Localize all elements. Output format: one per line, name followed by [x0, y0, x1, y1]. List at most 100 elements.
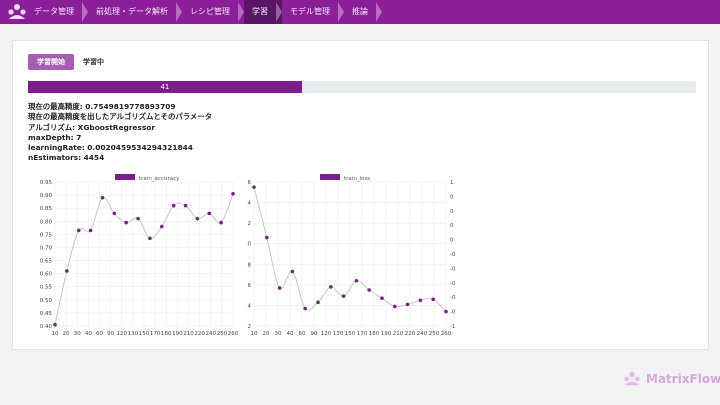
data-point [88, 228, 93, 233]
breadcrumb-nav: データ管理 前処理・データ解析 レシピ管理 学習 モデル管理 推論 [26, 0, 382, 24]
legend-swatch [320, 174, 340, 180]
y-tick-label: 0.60 [40, 272, 53, 278]
best-accuracy-text: 現在の最高精度: 0.7549819778893709 [28, 102, 176, 111]
right-axis-label: -0 [450, 310, 456, 316]
x-tick-label: 170 [150, 331, 161, 337]
x-tick-label: 250 [217, 331, 228, 337]
y-tick-label: 0.40 [40, 324, 53, 330]
x-tick-label: 210 [393, 331, 404, 337]
y-tick-label: 0.85 [40, 206, 53, 212]
x-tick-label: 180 [161, 331, 172, 337]
data-point [405, 302, 410, 307]
y-tick-label: 0.90 [40, 193, 53, 199]
right-axis-label: 0 [450, 238, 454, 244]
data-point [171, 203, 176, 208]
data-point [341, 294, 346, 298]
y-tick-label: 0.2 [247, 324, 251, 330]
data-point [252, 185, 256, 189]
data-point [380, 296, 384, 301]
data-point [219, 220, 223, 225]
y-tick-label: 0.50 [40, 298, 53, 304]
nav-data-management[interactable]: データ管理 [26, 0, 88, 24]
data-point [65, 269, 69, 273]
y-tick-label: 0.80 [40, 219, 53, 225]
x-tick-label: 20 [63, 331, 70, 337]
data-point [124, 220, 128, 225]
data-point [354, 278, 359, 283]
data-point [303, 306, 307, 311]
x-tick-label: 240 [206, 331, 217, 337]
params-heading: 現在の最高精度を出したアルゴリズムとそのパラメータ [28, 112, 213, 122]
y-tick-label: 0.8 [247, 262, 251, 268]
y-tick-label: 0.45 [40, 311, 53, 317]
x-tick-label: 130 [333, 331, 344, 337]
data-point [431, 297, 435, 302]
training-progress-bar: 41 [28, 81, 696, 93]
matrixflow-brand-icon [624, 371, 640, 386]
data-point [290, 269, 295, 274]
data-point [393, 304, 397, 309]
training-card: 学習開始 学習中 41 現在の最高精度: 0.7549819778893709 … [12, 40, 709, 350]
right-axis-label: -0 [450, 281, 456, 287]
x-tick-label: 260 [441, 331, 452, 337]
start-training-button[interactable]: 学習開始 [28, 54, 74, 70]
n-estimators-text: nEstimators: 4454 [28, 153, 105, 163]
x-tick-label: 150 [345, 331, 356, 337]
right-axis-label: -1 [450, 324, 455, 330]
x-tick-label: 130 [128, 331, 139, 337]
matrixflow-logo-icon[interactable] [6, 3, 28, 21]
data-point [207, 211, 212, 216]
results-panel: 現在の最高精度: 0.7549819778893709 現在の最高精度を出したア… [28, 102, 212, 164]
data-point [231, 191, 235, 196]
x-tick-label: 20 [263, 331, 270, 337]
legend-swatch [115, 174, 135, 180]
x-tick-label: 180 [369, 331, 380, 337]
x-tick-label: 260 [228, 331, 239, 337]
data-point [277, 286, 282, 290]
right-axis-label: 0 [450, 223, 454, 229]
x-tick-label: 170 [357, 331, 368, 337]
x-tick-label: 240 [417, 331, 428, 337]
data-point [316, 300, 320, 305]
legend-label: train_loss [344, 176, 370, 182]
data-point [183, 203, 188, 208]
right-axis-label: 0 [450, 194, 454, 200]
nav-model-management[interactable]: モデル管理 [282, 0, 344, 24]
x-tick-label: 60 [96, 331, 103, 337]
right-axis-label: -0 [450, 266, 456, 272]
nav-preprocessing[interactable]: 前処理・データ解析 [88, 0, 182, 24]
loss-chart: train_loss1.61.41.21.00.80.60.40.2102030… [247, 174, 456, 337]
y-tick-label: 0.70 [40, 245, 53, 251]
right-axis-label: 1 [450, 180, 454, 186]
nav-recipe-management[interactable]: レシピ管理 [182, 0, 244, 24]
training-status: 学習中 [83, 58, 104, 66]
x-tick-label: 60 [299, 331, 306, 337]
x-tick-label: 10 [52, 331, 59, 337]
y-tick-label: 0.65 [40, 259, 53, 265]
data-point [418, 298, 423, 303]
x-tick-label: 30 [275, 331, 282, 337]
data-point [148, 236, 152, 241]
y-tick-label: 1.0 [247, 242, 251, 248]
accuracy-chart: train_accuracy 0.95 0.90 0.85 0.80 0.75 0.70 0.… [40, 174, 239, 337]
data-point [329, 285, 333, 289]
y-tick-label: 0.4 [247, 303, 251, 309]
learning-rate-text: learningRate: 0.0020459534294321844 [28, 143, 193, 153]
top-navigation-bar: データ管理 前処理・データ解析 レシピ管理 学習 モデル管理 推論 [0, 0, 720, 24]
data-point [444, 309, 448, 314]
y-tick-label: 0.75 [40, 232, 53, 238]
data-point [136, 216, 140, 221]
x-tick-label: 40 [287, 331, 294, 337]
data-point [265, 235, 269, 240]
nav-training[interactable]: 学習 [244, 0, 282, 24]
brand-name: MatrixFlow [646, 372, 720, 386]
progress-fill: 41 [28, 81, 302, 93]
data-point [76, 228, 81, 233]
x-tick-label: 250 [429, 331, 440, 337]
nav-inference[interactable]: 推論 [344, 0, 382, 24]
data-point [100, 195, 105, 200]
x-tick-label: 120 [117, 331, 128, 337]
x-tick-label: 30 [74, 331, 81, 337]
x-tick-label: 220 [405, 331, 416, 337]
x-tick-label: 190 [381, 331, 392, 337]
